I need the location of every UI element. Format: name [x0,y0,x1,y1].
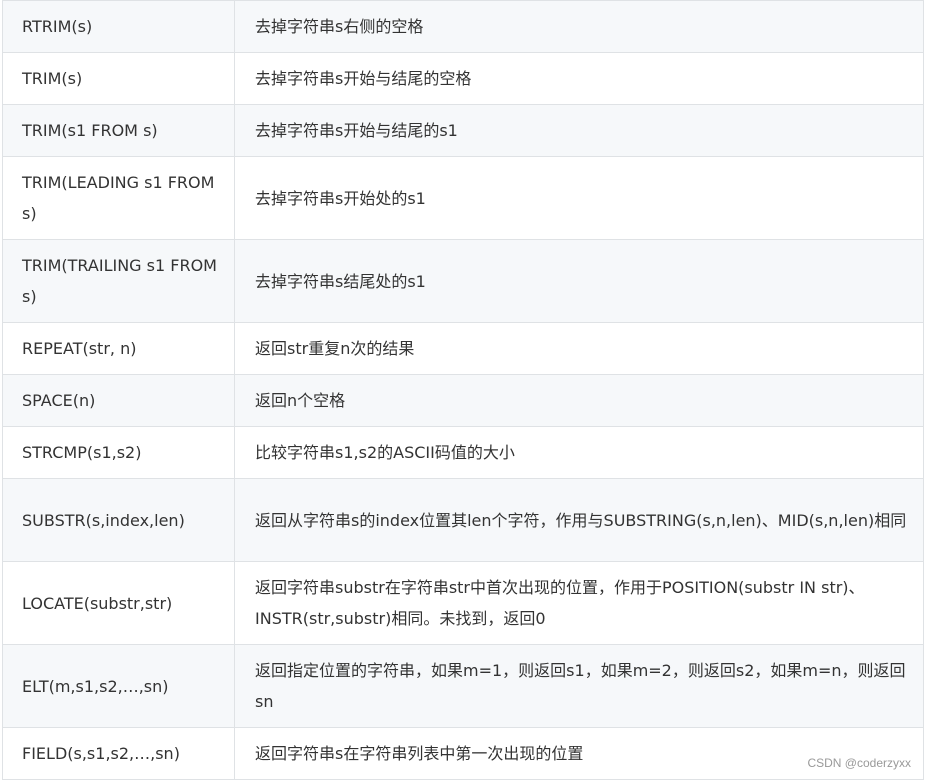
table-row: TRIM(s) 去掉字符串s开始与结尾的空格 [2,53,924,105]
function-name-cell: TRIM(TRAILING s1 FROM s) [2,240,234,322]
function-name-cell: SUBSTR(s,index,len) [2,479,234,561]
function-name-cell: SPACE(n) [2,375,234,426]
table-row: TRIM(TRAILING s1 FROM s) 去掉字符串s结尾处的s1 [2,240,924,323]
table-row: REPEAT(str, n) 返回str重复n次的结果 [2,323,924,375]
function-name-cell: RTRIM(s) [2,1,234,52]
table-row: SUBSTR(s,index,len) 返回从字符串s的index位置其len个… [2,479,924,562]
function-name-cell: STRCMP(s1,s2) [2,427,234,478]
function-description-cell: 返回字符串s在字符串列表中第一次出现的位置 [234,728,924,779]
table-row: RTRIM(s) 去掉字符串s右侧的空格 [2,1,924,53]
watermark: CSDN @coderzyxx [807,756,911,770]
function-description-cell: 返回str重复n次的结果 [234,323,924,374]
function-name-cell: FIELD(s,s1,s2,…,sn) [2,728,234,779]
function-description-cell: 去掉字符串s右侧的空格 [234,1,924,52]
function-description-cell: 返回从字符串s的index位置其len个字符，作用与SUBSTRING(s,n,… [234,479,924,561]
table-row: FIELD(s,s1,s2,…,sn) 返回字符串s在字符串列表中第一次出现的位… [2,728,924,780]
function-name-cell: TRIM(s) [2,53,234,104]
function-description-cell: 去掉字符串s开始与结尾的空格 [234,53,924,104]
table-row: ELT(m,s1,s2,…,sn) 返回指定位置的字符串，如果m=1，则返回s1… [2,645,924,728]
function-name-cell: TRIM(LEADING s1 FROM s) [2,157,234,239]
function-name-cell: LOCATE(substr,str) [2,562,234,644]
function-description-cell: 返回指定位置的字符串，如果m=1，则返回s1，如果m=2，则返回s2，如果m=n… [234,645,924,727]
table-row: TRIM(s1 FROM s) 去掉字符串s开始与结尾的s1 [2,105,924,157]
table-row: SPACE(n) 返回n个空格 [2,375,924,427]
function-name-cell: REPEAT(str, n) [2,323,234,374]
function-description-cell: 返回n个空格 [234,375,924,426]
function-description-cell: 去掉字符串s开始处的s1 [234,157,924,239]
function-description-cell: 比较字符串s1,s2的ASCII码值的大小 [234,427,924,478]
function-name-cell: TRIM(s1 FROM s) [2,105,234,156]
function-table: RTRIM(s) 去掉字符串s右侧的空格 TRIM(s) 去掉字符串s开始与结尾… [2,0,924,780]
table-row: STRCMP(s1,s2) 比较字符串s1,s2的ASCII码值的大小 [2,427,924,479]
table-row: TRIM(LEADING s1 FROM s) 去掉字符串s开始处的s1 [2,157,924,240]
function-description-cell: 去掉字符串s开始与结尾的s1 [234,105,924,156]
table-row: LOCATE(substr,str) 返回字符串substr在字符串str中首次… [2,562,924,645]
function-name-cell: ELT(m,s1,s2,…,sn) [2,645,234,727]
function-description-cell: 去掉字符串s结尾处的s1 [234,240,924,322]
function-description-cell: 返回字符串substr在字符串str中首次出现的位置，作用于POSITION(s… [234,562,924,644]
